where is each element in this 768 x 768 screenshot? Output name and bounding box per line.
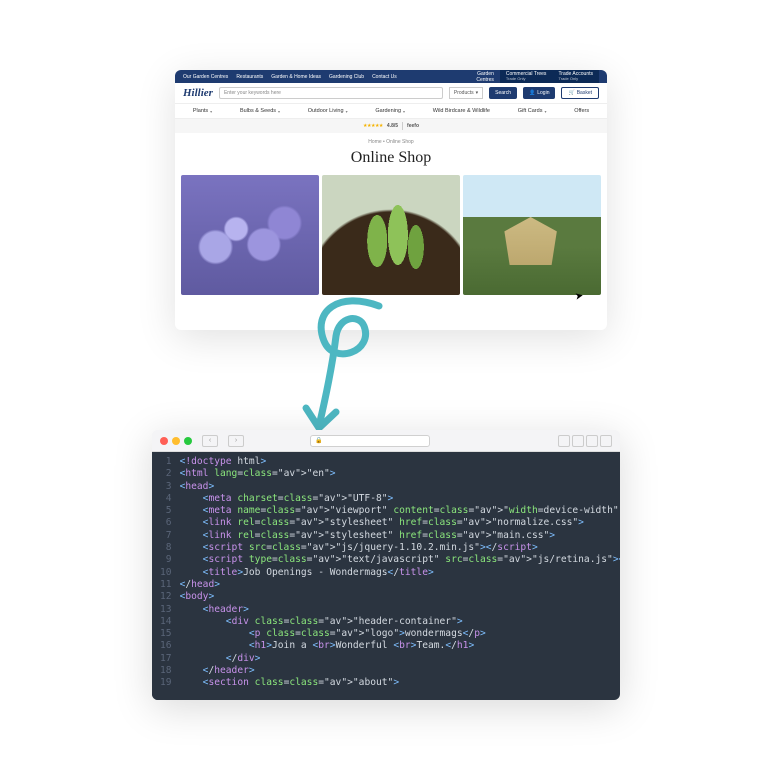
- category-nav: Plants Bulbs & Seeds Outdoor Living Gard…: [175, 103, 607, 119]
- nav-item-offers[interactable]: Offers: [574, 108, 589, 114]
- nav-item-gardening[interactable]: Gardening: [375, 108, 405, 114]
- topbar-link[interactable]: Our Garden Centres: [183, 74, 228, 80]
- code-content[interactable]: <!doctype html> <html lang=class="av">"e…: [178, 452, 620, 700]
- topbar-link[interactable]: Gardening Club: [329, 74, 364, 80]
- site-header: Hillier Enter your keywords here Product…: [175, 83, 607, 103]
- toolbar-button[interactable]: [600, 435, 612, 447]
- code-area: 1 2 3 4 5 6 7 8 9 10 11 12 13 14 15 16 1…: [152, 452, 620, 700]
- trade-sub: Trade Only: [558, 77, 593, 81]
- topbar-links: Our Garden Centres Restaurants Garden & …: [183, 74, 397, 80]
- back-button[interactable]: ‹: [202, 435, 218, 447]
- page-title: Online Shop: [175, 149, 607, 167]
- website-screenshot: Our Garden Centres Restaurants Garden & …: [175, 70, 607, 330]
- commercial-trees-link[interactable]: Commercial Trees Trade Only: [500, 70, 553, 83]
- topbar-link[interactable]: Garden & Home Ideas: [271, 74, 321, 80]
- chevron-down-icon: ▾: [476, 90, 479, 96]
- site-topbar: Our Garden Centres Restaurants Garden & …: [175, 70, 607, 83]
- search-input[interactable]: Enter your keywords here: [219, 87, 443, 99]
- lock-icon: 🔒: [315, 437, 322, 444]
- close-icon[interactable]: [160, 437, 168, 445]
- nav-item-plants[interactable]: Plants: [193, 108, 212, 114]
- basket-button[interactable]: 🛒 Basket: [561, 87, 599, 99]
- trade-accounts-link[interactable]: Trade Accounts Trade Only: [552, 70, 599, 83]
- breadcrumb[interactable]: Home • Online Shop: [175, 139, 607, 145]
- toolbar-button[interactable]: [586, 435, 598, 447]
- line-numbers: 1 2 3 4 5 6 7 8 9 10 11 12 13 14 15 16 1…: [152, 452, 178, 700]
- garden-centres-link[interactable]: Garden Centres: [470, 70, 500, 83]
- forward-button[interactable]: ›: [228, 435, 244, 447]
- tile-flowers-image[interactable]: [181, 175, 319, 295]
- toolbar-button[interactable]: [572, 435, 584, 447]
- maximize-icon[interactable]: [184, 437, 192, 445]
- code-editor-window: ‹ › 🔒 1 2 3 4 5 6 7 8 9 10 11 12 13 14 1…: [152, 430, 620, 700]
- basket-icon: 🛒: [568, 90, 574, 96]
- login-button[interactable]: 👤 Login: [523, 87, 555, 99]
- site-logo[interactable]: Hillier: [183, 87, 213, 99]
- url-bar[interactable]: 🔒: [310, 435, 430, 447]
- minimize-icon[interactable]: [172, 437, 180, 445]
- products-dropdown[interactable]: Products ▾: [449, 87, 483, 99]
- rating-score: 4.8/5: [387, 123, 398, 129]
- basket-label: Basket: [577, 90, 592, 96]
- login-label: Login: [537, 90, 549, 96]
- tile-shoots-image[interactable]: [322, 175, 460, 295]
- rating-provider: feefo: [407, 123, 419, 129]
- nav-item-giftcards[interactable]: Gift Cards: [518, 108, 547, 114]
- nav-item-outdoor[interactable]: Outdoor Living: [308, 108, 348, 114]
- stars-icon: ★★★★★: [363, 123, 383, 129]
- window-toolbar: ‹ › 🔒: [152, 430, 620, 452]
- nav-item-wildlife[interactable]: Wild Birdcare & Wildlife: [433, 108, 490, 114]
- toolbar-button[interactable]: [558, 435, 570, 447]
- cursor-icon: ➤: [574, 290, 584, 302]
- products-label: Products: [454, 90, 474, 96]
- search-button[interactable]: Search: [489, 87, 517, 99]
- product-tiles: [175, 175, 607, 295]
- user-icon: 👤: [529, 90, 535, 96]
- nav-item-bulbs[interactable]: Bulbs & Seeds: [240, 108, 280, 114]
- topbar-link[interactable]: Contact Us: [372, 74, 397, 80]
- tile-garden-image[interactable]: [463, 175, 601, 295]
- topbar-link[interactable]: Restaurants: [236, 74, 263, 80]
- commercial-sub: Trade Only: [506, 77, 547, 81]
- rating-strip: ★★★★★ 4.8/5 feefo: [175, 119, 607, 133]
